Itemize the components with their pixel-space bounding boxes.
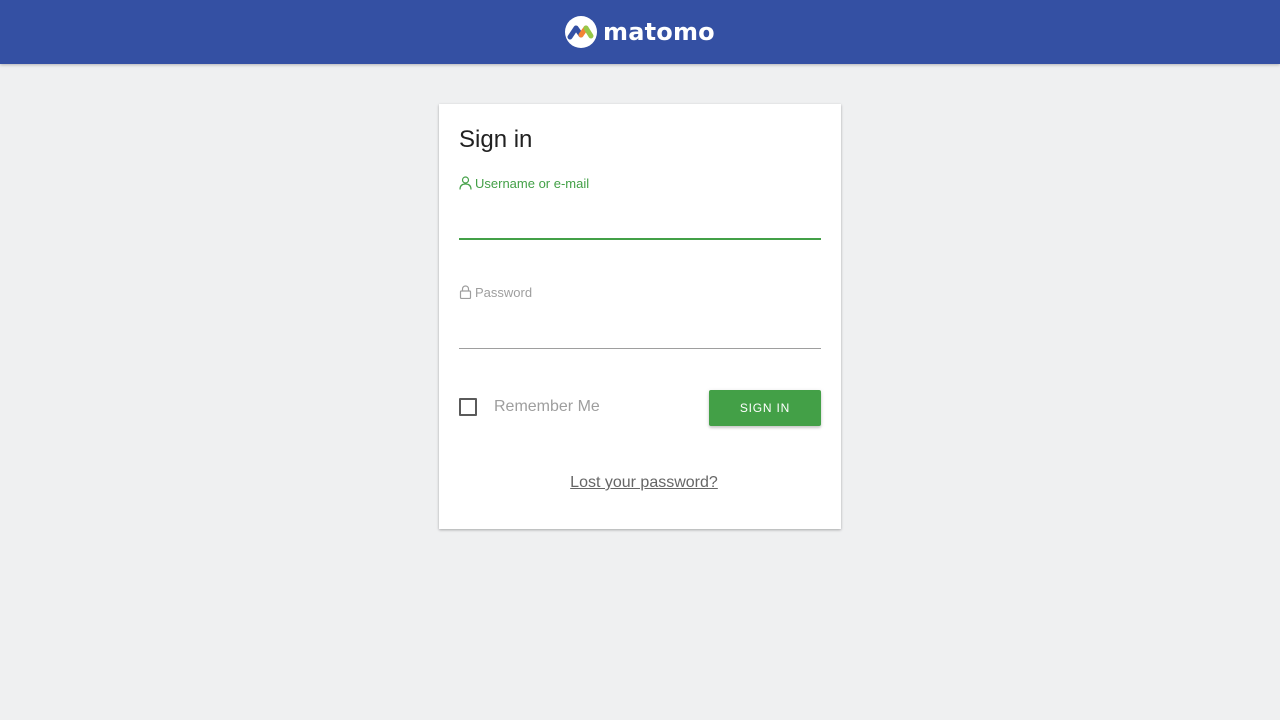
username-field: Username or e-mail (459, 174, 821, 240)
brand-name: matomo (603, 18, 715, 46)
password-field: Password (459, 283, 821, 349)
remember-me-checkbox[interactable] (459, 398, 477, 416)
lock-icon (459, 285, 472, 299)
remember-me[interactable]: Remember Me (459, 398, 600, 416)
password-input[interactable] (459, 305, 821, 349)
sign-in-button[interactable]: SIGN IN (709, 390, 821, 426)
username-label-text: Username or e-mail (475, 175, 590, 191)
page-title: Sign in (459, 126, 533, 153)
username-input[interactable] (459, 196, 821, 240)
user-icon (459, 176, 472, 190)
matomo-logo[interactable]: matomo (565, 16, 715, 48)
remember-me-label[interactable]: Remember Me (494, 398, 600, 416)
password-label: Password (459, 283, 821, 301)
login-card: Sign in Username or e-mail Password Reme… (439, 104, 841, 529)
matomo-logo-icon (565, 16, 597, 48)
username-label: Username or e-mail (459, 174, 821, 192)
top-bar: matomo (0, 0, 1280, 64)
lost-password-link[interactable]: Lost your password? (439, 474, 849, 492)
password-label-text: Password (475, 284, 533, 300)
